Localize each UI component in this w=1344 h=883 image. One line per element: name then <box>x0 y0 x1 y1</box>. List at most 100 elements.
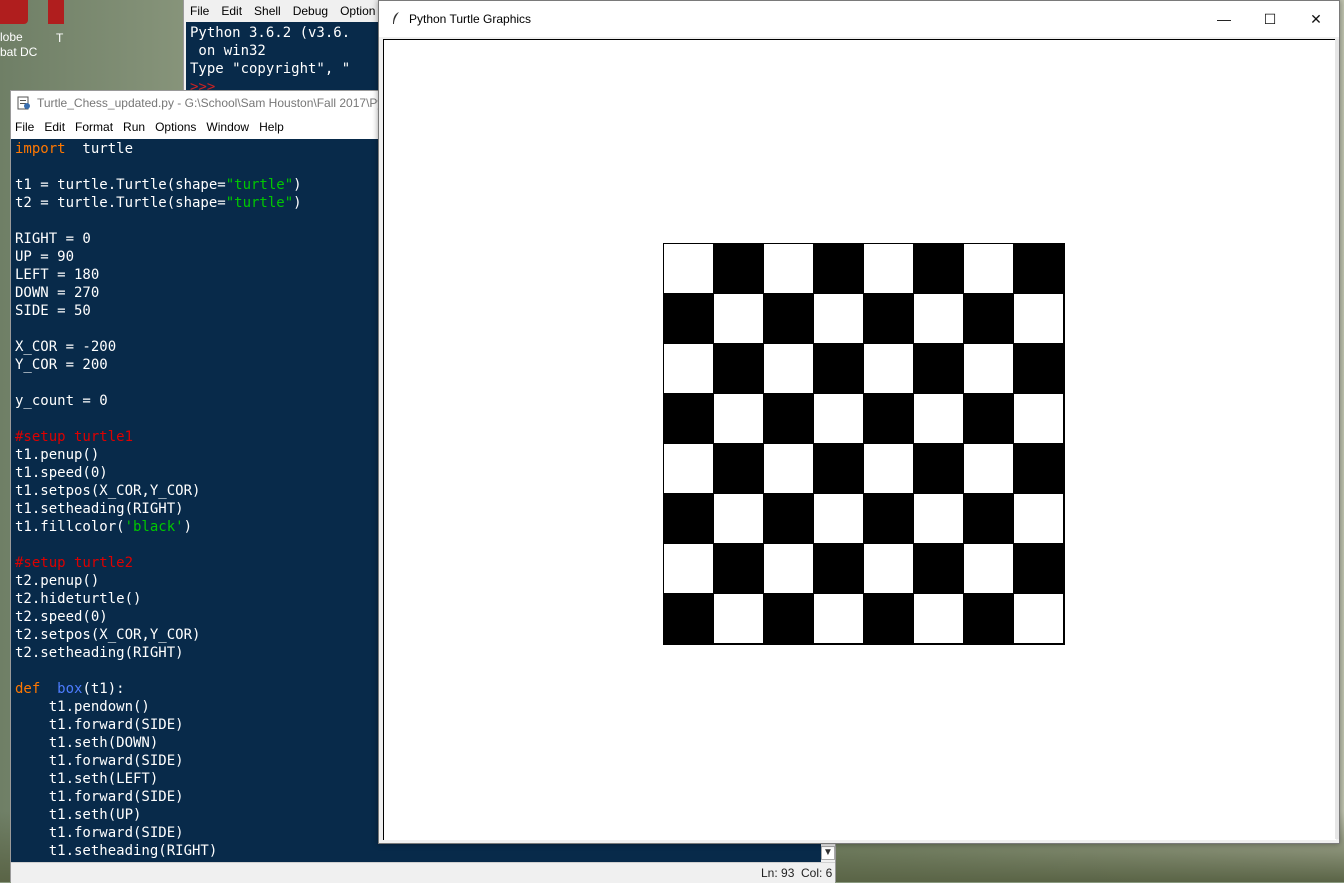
code-token: t1.setpos(X_COR,Y_COR) <box>15 483 201 499</box>
code-token: t2.penup() <box>15 573 100 589</box>
board-square-light <box>814 394 864 444</box>
board-square-light <box>914 394 964 444</box>
board-square-dark <box>1014 344 1064 394</box>
code-token: ) <box>293 195 302 211</box>
code-token: #setup turtle2 <box>15 555 134 571</box>
code-token: box <box>57 681 83 697</box>
board-square-dark <box>864 394 914 444</box>
code-token: X_COR = -200 <box>15 339 117 355</box>
board-square-dark <box>1014 444 1064 494</box>
canvas-scrollbar[interactable] <box>1335 39 1339 839</box>
board-square-dark <box>914 544 964 594</box>
board-square-dark <box>664 394 714 444</box>
chess-board <box>663 243 1065 645</box>
code-token: t1.forward(SIDE) <box>15 789 184 805</box>
close-icon: ✕ <box>1310 11 1322 27</box>
close-button[interactable]: ✕ <box>1293 1 1339 37</box>
shell-menu-debug[interactable]: Debug <box>287 4 334 18</box>
editor-menu-window[interactable]: Window <box>202 120 255 134</box>
shell-output-line: on win32 <box>190 43 266 59</box>
board-square-dark <box>814 544 864 594</box>
turtle-graphics-window[interactable]: Python Turtle Graphics — ☐ ✕ <box>378 0 1340 844</box>
code-token: ) <box>293 177 302 193</box>
shell-menu-shell[interactable]: Shell <box>248 4 287 18</box>
board-square-dark <box>964 294 1014 344</box>
code-token: t2.speed(0) <box>15 609 108 625</box>
python-shell-window[interactable]: File Edit Shell Debug Option Python 3.6.2 (v… <box>183 0 404 92</box>
board-square-light <box>964 544 1014 594</box>
code-token: t1.forward(SIDE) <box>15 717 184 733</box>
editor-menu-file[interactable]: File <box>11 120 40 134</box>
code-token: t1.speed(0) <box>15 465 108 481</box>
board-square-light <box>814 594 864 644</box>
board-square-light <box>864 344 914 394</box>
board-square-dark <box>664 594 714 644</box>
desktop-icon-label: T <box>56 31 64 45</box>
turtle-window-title: Python Turtle Graphics <box>409 12 532 26</box>
editor-menu-help[interactable]: Help <box>255 120 290 134</box>
desktop-app-icon <box>48 0 64 24</box>
board-square-light <box>664 544 714 594</box>
board-square-dark <box>864 594 914 644</box>
maximize-button[interactable]: ☐ <box>1247 1 1293 37</box>
board-square-light <box>964 344 1014 394</box>
desktop-shortcut-acrobat[interactable]: lobe bat DC T <box>0 0 64 90</box>
code-token: (t1): <box>82 681 125 697</box>
shell-output[interactable]: Python 3.6.2 (v3.6. on win32 Type "copyri… <box>186 22 404 92</box>
board-square-light <box>964 444 1014 494</box>
board-square-light <box>664 244 714 294</box>
board-square-light <box>814 494 864 544</box>
code-token: y_count = 0 <box>15 393 108 409</box>
board-square-dark <box>764 294 814 344</box>
code-token: 'black' <box>124 519 184 535</box>
shell-output-line: Type "copyright", " <box>190 61 351 77</box>
editor-menu-run[interactable]: Run <box>119 120 151 134</box>
acrobat-icon <box>0 0 28 24</box>
board-square-light <box>1014 594 1064 644</box>
desktop-icon-label: lobe <box>0 30 23 44</box>
code-token: ) <box>183 519 193 535</box>
turtle-canvas[interactable] <box>383 39 1336 840</box>
code-token: t1.forward(SIDE) <box>15 825 184 841</box>
code-token: t2.hideturtle() <box>15 591 142 607</box>
code-token: Y_COR = 200 <box>15 357 108 373</box>
board-square-dark <box>964 494 1014 544</box>
code-token: t1.seth(DOWN) <box>15 735 159 751</box>
board-square-dark <box>914 344 964 394</box>
board-square-dark <box>664 494 714 544</box>
board-square-dark <box>814 244 864 294</box>
code-token: DOWN = 270 <box>15 285 100 301</box>
code-token: "turtle" <box>225 195 294 211</box>
editor-menu-format[interactable]: Format <box>71 120 119 134</box>
scroll-down-icon[interactable]: ▼ <box>821 846 835 860</box>
board-square-dark <box>764 594 814 644</box>
board-square-light <box>714 294 764 344</box>
code-token: t2.setheading(RIGHT) <box>15 645 184 661</box>
line-number: Ln: 93 <box>761 866 795 880</box>
board-square-dark <box>1014 244 1064 294</box>
board-square-light <box>714 494 764 544</box>
editor-menu-edit[interactable]: Edit <box>40 120 71 134</box>
board-square-light <box>764 244 814 294</box>
board-square-light <box>764 544 814 594</box>
board-square-dark <box>814 344 864 394</box>
shell-menu-option[interactable]: Option <box>334 4 381 18</box>
maximize-icon: ☐ <box>1263 11 1277 27</box>
board-square-dark <box>714 544 764 594</box>
code-token: LEFT = 180 <box>15 267 100 283</box>
shell-menu-file[interactable]: File <box>184 4 215 18</box>
board-square-light <box>764 344 814 394</box>
board-square-dark <box>964 594 1014 644</box>
code-token: t1 = turtle.Turtle(shape= <box>15 177 226 193</box>
code-token: def <box>15 681 41 697</box>
board-square-dark <box>1014 544 1064 594</box>
turtle-titlebar[interactable]: Python Turtle Graphics — ☐ ✕ <box>379 1 1339 37</box>
shell-menu-edit[interactable]: Edit <box>215 4 248 18</box>
minimize-button[interactable]: — <box>1201 1 1247 37</box>
code-token: UP = 90 <box>15 249 75 265</box>
board-square-light <box>1014 394 1064 444</box>
board-square-dark <box>864 494 914 544</box>
editor-menu-options[interactable]: Options <box>151 120 202 134</box>
board-square-light <box>864 544 914 594</box>
board-square-dark <box>914 444 964 494</box>
